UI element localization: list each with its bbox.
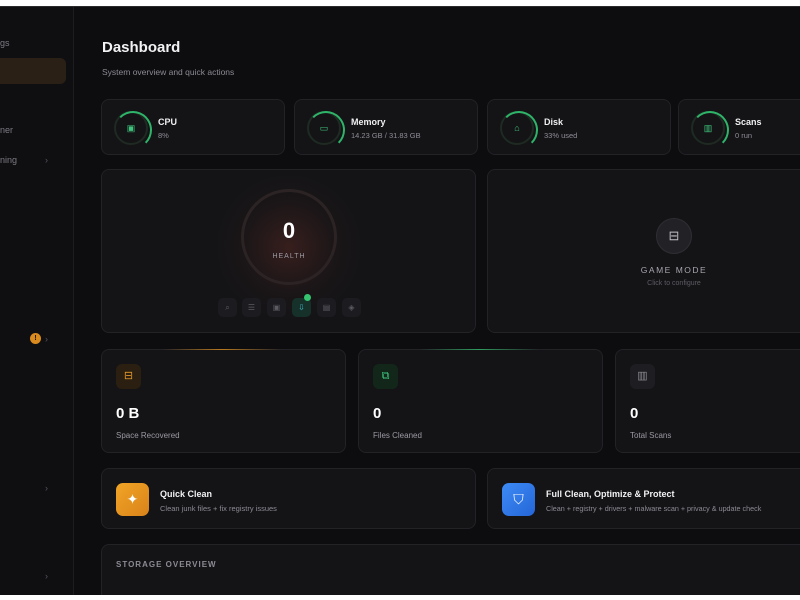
sidebar-item-label: ner <box>0 125 14 135</box>
metric-value: 0 <box>373 405 382 422</box>
disk-icon: ⌂ <box>514 123 520 133</box>
stat-value: 0 run <box>735 131 753 140</box>
stat-card-scans[interactable]: ▥ Scans 0 run <box>678 99 800 155</box>
stat-value: 33% used <box>544 131 578 140</box>
app-window: gs ner ning › ! › › › Dashboard System o… <box>0 6 800 595</box>
sidebar-item-label: ning <box>0 155 18 165</box>
chart-icon: ▥ <box>703 123 713 133</box>
action-title: Quick Clean <box>160 489 213 499</box>
stat-value: 8% <box>158 131 169 140</box>
cpu-icon: ▣ <box>126 123 136 133</box>
memory-icon: ▭ <box>319 123 329 133</box>
metric-card-space-recovered: ⊟ 0 B Space Recovered <box>101 349 346 453</box>
chevron-right-icon: › <box>45 571 48 581</box>
metric-value: 0 B <box>116 405 140 422</box>
sparkle-icon: ✦ <box>116 483 149 516</box>
metric-card-files-cleaned: ⧉ 0 Files Cleaned <box>358 349 603 453</box>
main-content: Dashboard System overview and quick acti… <box>75 7 800 595</box>
chevron-right-icon: › <box>45 334 48 344</box>
metric-label: Total Scans <box>630 431 672 440</box>
metric-card-total-scans: ▥ 0 Total Scans <box>615 349 800 453</box>
health-label: HEALTH <box>272 253 306 260</box>
game-mode-title: GAME MODE <box>640 265 708 275</box>
gamepad-icon: ⊟ <box>656 218 692 254</box>
sidebar-item-alerts[interactable]: ! › <box>0 328 66 350</box>
stat-label: Memory <box>351 117 386 127</box>
action-subtitle: Clean junk files + fix registry issues <box>160 504 277 513</box>
search-icon[interactable]: ⌕ <box>218 298 237 317</box>
stat-card-cpu[interactable]: ▣ CPU 8% <box>101 99 285 155</box>
drive-icon: ⊟ <box>116 364 141 389</box>
stat-label: Scans <box>735 117 762 127</box>
frame-edge <box>0 595 800 600</box>
sidebar-item-scanning[interactable]: ning › <box>0 149 66 171</box>
sidebar-item-bottom[interactable]: › <box>0 565 66 587</box>
accent-line <box>162 349 282 350</box>
disk-usage-ring: ⌂ <box>500 111 538 149</box>
cpu-usage-ring: ▣ <box>114 111 152 149</box>
files-icon: ⧉ <box>373 364 398 389</box>
stat-label: CPU <box>158 117 178 127</box>
sidebar-item-cleaner[interactable]: ner <box>0 119 66 141</box>
chevron-right-icon: › <box>45 483 48 493</box>
registry-icon[interactable]: ☰ <box>242 298 261 317</box>
sidebar-item-label: gs <box>0 38 10 48</box>
stat-label: Disk <box>544 117 564 127</box>
action-title: Full Clean, Optimize & Protect <box>546 489 675 499</box>
health-score: 0 <box>282 218 296 243</box>
game-mode-card[interactable]: ⊟ GAME MODE Click to configure <box>487 169 800 333</box>
storage-overview-card: STORAGE OVERVIEW <box>101 544 800 595</box>
storage-icon[interactable]: ▤ <box>317 298 336 317</box>
sidebar-item-settings[interactable]: gs <box>0 32 66 54</box>
memory-usage-ring: ▭ <box>307 111 345 149</box>
game-mode-subtitle: Click to configure <box>647 280 701 287</box>
accent-line <box>419 349 539 350</box>
storage-overview-title: STORAGE OVERVIEW <box>116 560 217 569</box>
stat-card-memory[interactable]: ▭ Memory 14.23 GB / 31.83 GB <box>294 99 478 155</box>
metric-value: 0 <box>630 405 639 422</box>
page-title: Dashboard <box>102 39 181 56</box>
chip-icon[interactable]: ▣ <box>267 298 286 317</box>
sidebar: gs ner ning › ! › › › <box>0 7 74 595</box>
stat-value: 14.23 GB / 31.83 GB <box>351 131 421 140</box>
shield-icon: ⛉ <box>502 483 535 516</box>
alert-badge: ! <box>30 333 41 344</box>
privacy-icon[interactable]: ◈ <box>342 298 361 317</box>
bar-chart-icon: ▥ <box>630 364 655 389</box>
metric-label: Files Cleaned <box>373 431 422 440</box>
metric-label: Space Recovered <box>116 431 180 440</box>
quick-clean-button[interactable]: ✦ Quick Clean Clean junk files + fix reg… <box>101 468 476 529</box>
full-clean-button[interactable]: ⛉ Full Clean, Optimize & Protect Clean +… <box>487 468 800 529</box>
update-dot <box>304 294 311 301</box>
page-subtitle: System overview and quick actions <box>102 67 235 77</box>
health-card: 0 HEALTH ⌕ ☰ ▣ ⇩ ▤ ◈ <box>101 169 476 333</box>
action-subtitle: Clean + registry + drivers + malware sca… <box>546 504 762 513</box>
chevron-right-icon: › <box>45 155 48 165</box>
scans-ring: ▥ <box>691 111 729 149</box>
stat-card-disk[interactable]: ⌂ Disk 33% used <box>487 99 671 155</box>
sidebar-item-group[interactable]: › <box>0 477 66 499</box>
sidebar-item-dashboard[interactable] <box>0 58 66 84</box>
